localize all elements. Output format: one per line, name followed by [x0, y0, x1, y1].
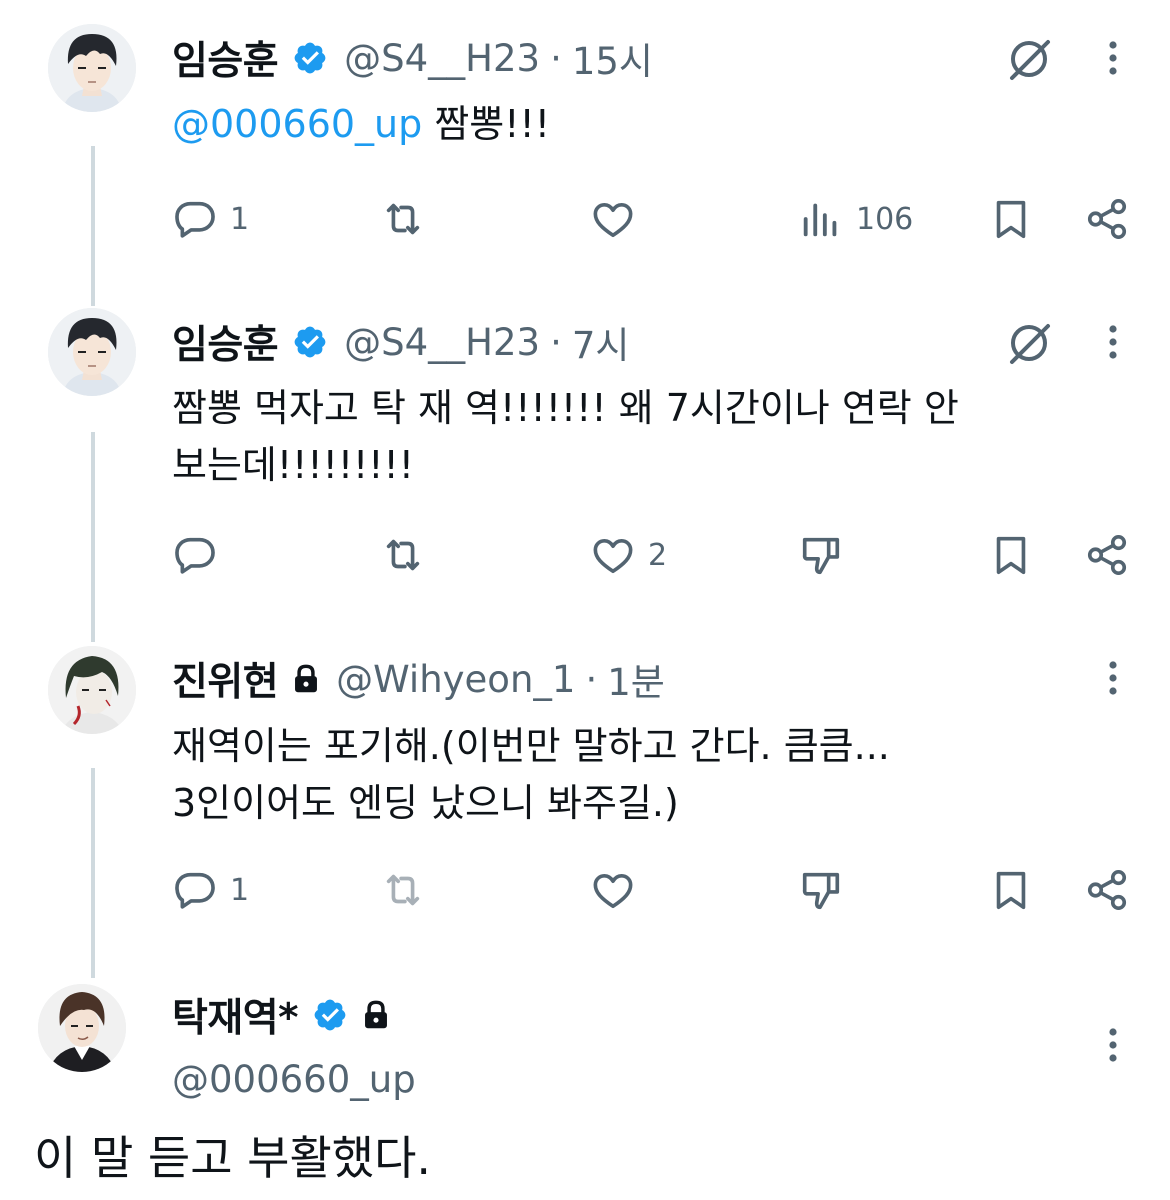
- grok-icon[interactable]: [1004, 318, 1054, 368]
- bookmark-button[interactable]: [988, 532, 1034, 578]
- more-icon[interactable]: [1096, 658, 1130, 698]
- author-name[interactable]: 임승훈: [172, 314, 279, 370]
- reply-count: 1: [230, 872, 250, 908]
- bookmark-button[interactable]: [988, 196, 1034, 242]
- post-text-line: 재역이는 포기해.(이번만 말하고 간다. 큼큼...: [172, 724, 890, 768]
- more-icon[interactable]: [1096, 38, 1130, 78]
- verified-badge-icon: [312, 997, 348, 1033]
- author-name[interactable]: 탁재역*: [172, 987, 299, 1043]
- lock-icon: [292, 664, 320, 694]
- views-count: 106: [856, 201, 914, 237]
- avatar[interactable]: [48, 308, 136, 396]
- bookmark-button[interactable]: [988, 867, 1034, 913]
- post-text: 짬뽕 먹자고 탁 재 역!!!!!!! 왜 7시간이나 연락 안 보는데!!!!…: [172, 380, 1052, 494]
- share-button[interactable]: [1084, 196, 1130, 242]
- post-text: 재역이는 포기해.(이번만 말하고 간다. 큼큼... 3인이어도 엔딩 났으니…: [172, 718, 1052, 832]
- author-handle[interactable]: @S4__H23: [344, 37, 540, 80]
- lock-icon: [362, 1000, 390, 1030]
- like-button[interactable]: 2: [590, 532, 667, 578]
- grok-icon[interactable]: [1004, 34, 1054, 84]
- avatar[interactable]: [48, 24, 136, 112]
- separator-dot: ·: [550, 320, 562, 364]
- reply-button[interactable]: 1: [172, 196, 249, 242]
- reply-count: 1: [230, 201, 250, 237]
- post-header: 임승훈 @S4__H23 · 15시: [172, 30, 653, 86]
- avatar[interactable]: [48, 646, 136, 734]
- more-icon[interactable]: [1096, 322, 1130, 362]
- post-header: 임승훈 @S4__H23 · 7시: [172, 314, 630, 370]
- author-handle[interactable]: @S4__H23: [344, 321, 540, 364]
- more-icon[interactable]: [1096, 1025, 1130, 1065]
- dislike-button[interactable]: [798, 532, 844, 578]
- retweet-button[interactable]: [380, 867, 426, 913]
- views-button[interactable]: 106: [798, 196, 913, 242]
- timestamp[interactable]: 1분: [607, 652, 665, 706]
- reply-button[interactable]: [172, 532, 218, 578]
- author-name[interactable]: 임승훈: [172, 30, 279, 86]
- dislike-button[interactable]: [798, 867, 844, 913]
- post-text: 이 말 듣고 부활했다.: [34, 1131, 432, 1185]
- timestamp[interactable]: 7시: [572, 315, 630, 369]
- avatar[interactable]: [38, 984, 126, 1072]
- timestamp[interactable]: 15시: [572, 31, 653, 85]
- retweet-button[interactable]: [380, 196, 426, 242]
- thread-line: [91, 146, 95, 306]
- like-button[interactable]: [590, 867, 636, 913]
- share-button[interactable]: [1084, 867, 1130, 913]
- author-name[interactable]: 진위현: [172, 651, 279, 707]
- author-handle[interactable]: @000660_up: [172, 1058, 416, 1101]
- post-text-body: 짬뽕!!!: [422, 102, 550, 146]
- verified-badge-icon: [292, 324, 328, 360]
- like-button[interactable]: [590, 196, 636, 242]
- like-count: 2: [648, 537, 668, 573]
- mention-link[interactable]: @000660_up: [172, 102, 422, 146]
- post-header: 탁재역*: [172, 987, 390, 1043]
- share-button[interactable]: [1084, 532, 1130, 578]
- post-header: 진위현 @Wihyeon_1 · 1분: [172, 651, 665, 707]
- post-text-line: 짬뽕 먹자고 탁 재 역!!!!!!! 왜 7시간이나 연락 안: [172, 386, 959, 430]
- post-text-line: 3인이어도 엔딩 났으니 봐주길.): [172, 781, 679, 825]
- retweet-button[interactable]: [380, 532, 426, 578]
- post-text: @000660_up 짬뽕!!!: [172, 96, 1052, 153]
- verified-badge-icon: [292, 40, 328, 76]
- thread-line: [91, 432, 95, 642]
- author-handle[interactable]: @Wihyeon_1: [336, 658, 575, 701]
- separator-dot: ·: [550, 36, 562, 80]
- thread-line: [91, 768, 95, 978]
- post-text-line: 보는데!!!!!!!!!: [172, 443, 414, 487]
- separator-dot: ·: [585, 657, 598, 701]
- reply-button[interactable]: 1: [172, 867, 249, 913]
